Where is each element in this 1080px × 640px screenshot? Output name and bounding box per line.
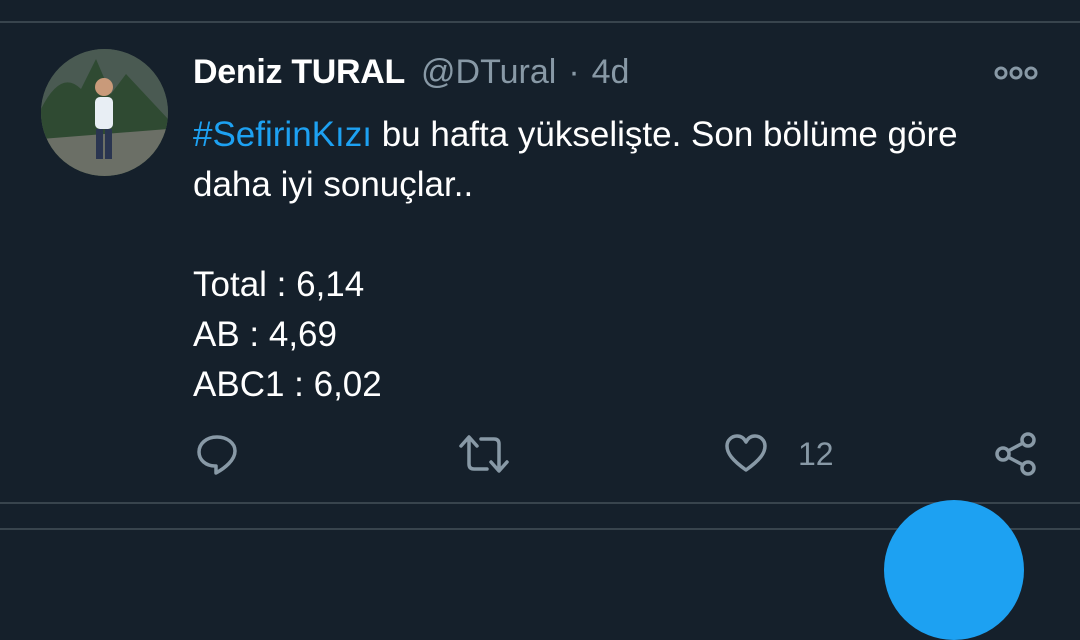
tweet-timestamp[interactable]: 4d [592, 53, 630, 92]
more-icon [994, 66, 1038, 80]
tweet-text: #SefirinKızı bu hafta yükselişte. Son bö… [193, 110, 1053, 410]
compose-tweet-button[interactable] [884, 500, 1024, 640]
bottom-divider [0, 502, 1080, 504]
like-count: 12 [798, 435, 834, 472]
reply-icon [197, 435, 237, 475]
author-handle[interactable]: @DTural [421, 53, 556, 92]
retweet-button[interactable] [458, 430, 510, 478]
stat-abc1: ABC1 : 6,02 [193, 365, 382, 404]
top-divider [0, 21, 1080, 23]
retweet-icon [459, 435, 509, 473]
author-name[interactable]: Deniz TURAL [193, 53, 405, 92]
heart-icon [725, 434, 767, 472]
share-button[interactable] [993, 430, 1039, 478]
tweet-header: Deniz TURAL @DTural · 4d [193, 53, 629, 93]
stat-total: Total : 6,14 [193, 265, 365, 304]
avatar-photo [41, 49, 168, 176]
avatar[interactable] [41, 49, 168, 176]
stat-ab: AB : 4,69 [193, 315, 337, 354]
header-separator: · [568, 53, 580, 91]
tweet-actions: 12 [0, 430, 1080, 480]
tweet-line-1: #SefirinKızı bu hafta yükselişte. Son bö… [193, 110, 1053, 160]
hashtag-link[interactable]: #SefirinKızı [193, 115, 372, 154]
like-button[interactable]: 12 [724, 430, 834, 478]
more-options-button[interactable] [993, 63, 1039, 83]
share-icon [995, 432, 1036, 476]
tweet-line-2: daha iyi sonuçlar.. [193, 165, 474, 204]
tweet-line-1-text: bu hafta yükselişte. Son bölüme göre [371, 115, 958, 154]
reply-button[interactable] [195, 430, 239, 478]
